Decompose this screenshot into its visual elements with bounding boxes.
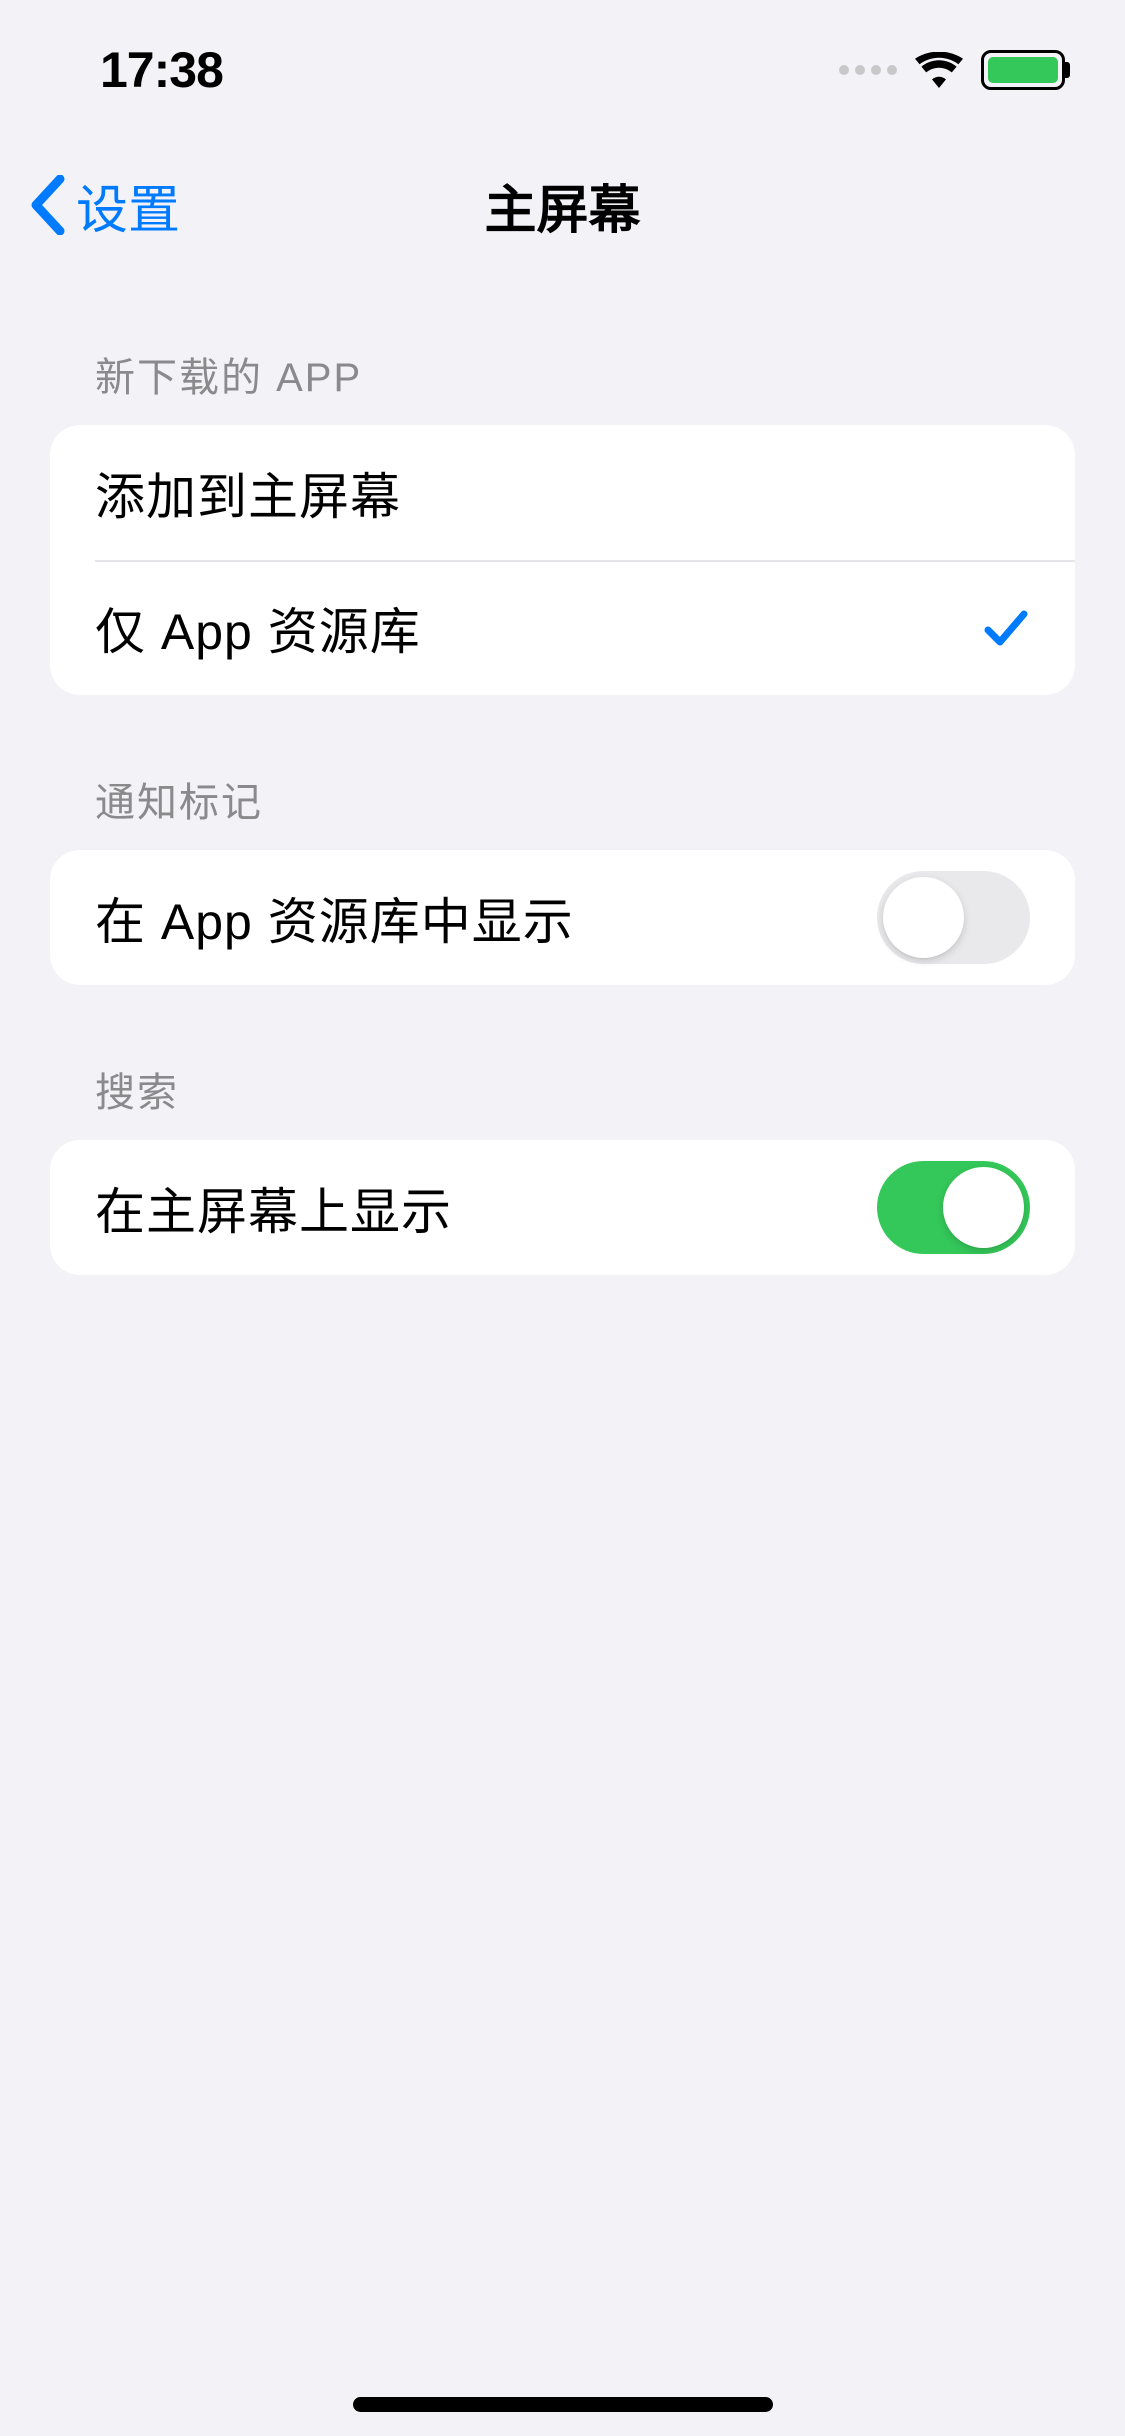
row-show-on-home: 在主屏幕上显示 [50,1140,1075,1275]
section-search: 搜索 在主屏幕上显示 [0,1060,1125,1275]
status-indicators [839,50,1065,90]
chevron-left-icon [30,175,66,235]
option-label: 仅 App 资源库 [95,592,421,664]
toggle-app-library-badges[interactable] [877,871,1030,964]
section-header-downloads: 新下载的 APP [50,345,1075,425]
toggle-show-search-on-home[interactable] [877,1161,1030,1254]
status-time: 17:38 [100,41,223,99]
back-label: 设置 [76,168,180,243]
battery-icon [981,50,1065,90]
status-bar: 17:38 [0,0,1125,140]
section-header-search: 搜索 [50,1060,1075,1140]
option-app-library-only[interactable]: 仅 App 资源库 [50,560,1075,695]
section-header-badges: 通知标记 [50,770,1075,850]
home-indicator[interactable] [353,2397,773,2412]
cellular-signal-icon [839,65,897,75]
group-search: 在主屏幕上显示 [50,1140,1075,1275]
row-show-in-app-library: 在 App 资源库中显示 [50,850,1075,985]
section-notification-badges: 通知标记 在 App 资源库中显示 [0,770,1125,985]
nav-bar: 设置 主屏幕 [0,140,1125,270]
option-label: 添加到主屏幕 [95,457,401,529]
group-badges: 在 App 资源库中显示 [50,850,1075,985]
page-title: 主屏幕 [484,168,640,243]
option-add-to-home[interactable]: 添加到主屏幕 [50,425,1075,560]
wifi-icon [915,52,963,88]
checkmark-icon [982,604,1030,652]
toggle-label: 在 App 资源库中显示 [95,882,574,954]
back-button[interactable]: 设置 [30,168,180,243]
group-download-options: 添加到主屏幕 仅 App 资源库 [50,425,1075,695]
toggle-label: 在主屏幕上显示 [95,1172,452,1244]
section-new-downloads: 新下载的 APP 添加到主屏幕 仅 App 资源库 [0,345,1125,695]
